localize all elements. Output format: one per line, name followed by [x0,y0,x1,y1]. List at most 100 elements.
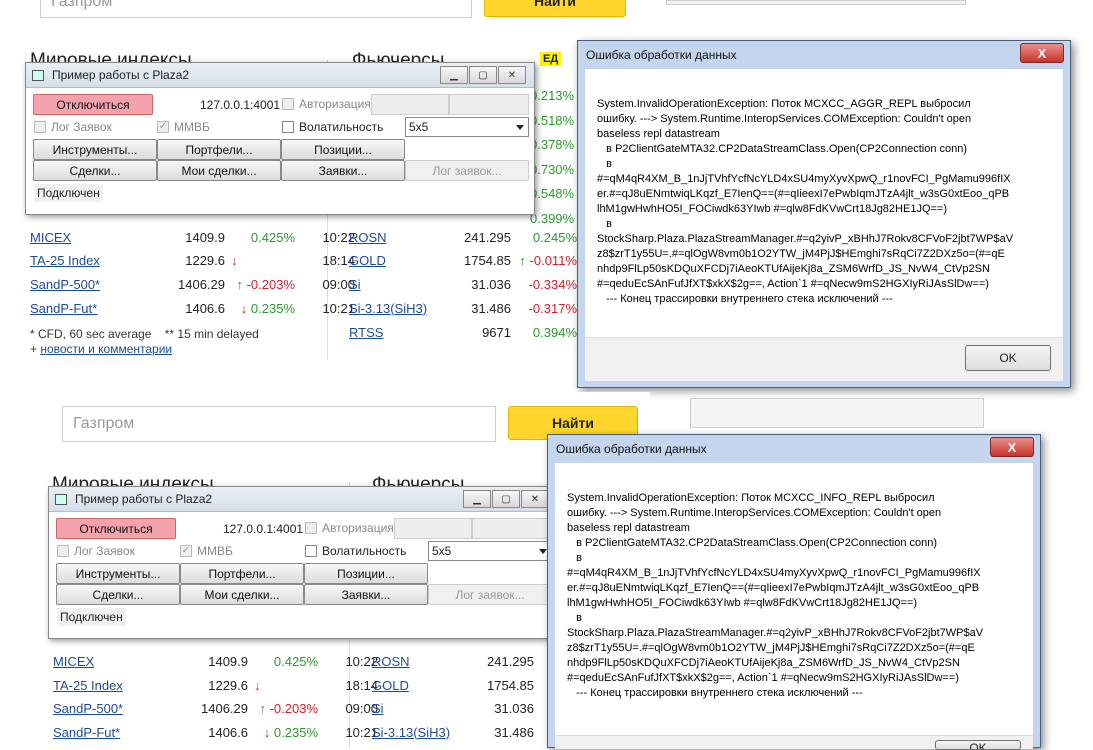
address-field[interactable]: 127.0.0.1:4001 [219,518,303,539]
order-log-button[interactable]: Лог заявок... [405,160,529,181]
my-trades-button[interactable]: Мои сделки... [157,160,281,181]
minimize-button[interactable]: ▁ [463,490,491,508]
instruments-button[interactable]: Инструменты... [56,563,180,584]
index-time: 09:00 [345,700,378,716]
index-value: 1409.9 [208,653,248,669]
error-message-area: System.InvalidOperationException: Поток … [585,69,1063,337]
table-row: SandP-Fut* 1406.6 ↓ 0.235% 10:21 [53,721,378,743]
table-row: Si-3.13(SiH3) 31.486 [372,721,534,743]
future-change: ↑ -0.011% [519,252,577,268]
news-line: + новости и комментарии [30,342,173,356]
order-log-checkbox[interactable]: Лог Заявок [57,544,135,558]
login-field[interactable] [371,94,449,115]
index-name-link[interactable]: TA-25 Index [30,253,145,268]
trades-button[interactable]: Сделки... [56,584,180,605]
index-value: 1409.9 [185,229,225,245]
plaza-window: Пример работы с Plaza2 ▁ ▢ ✕ Отключиться… [48,486,558,639]
partial-change: 0.548% [530,186,575,201]
future-name-link[interactable]: GOLD [349,253,449,268]
my-trades-button[interactable]: Мои сделки... [180,584,304,605]
index-name-link[interactable]: SandP-Fut* [53,725,168,740]
ed-badge[interactable]: ЕД [540,52,562,66]
index-name-link[interactable]: SandP-Fut* [30,301,145,316]
index-time: 10:21 [322,300,355,316]
future-name-link[interactable]: ROSN [372,654,472,669]
ok-button[interactable]: OK [935,740,1021,750]
future-name-link[interactable]: GOLD [372,678,472,693]
password-field[interactable] [472,518,552,539]
orders-button[interactable]: Заявки... [304,584,428,605]
auth-checkbox[interactable]: Авторизация [305,521,394,535]
micex-checkbox[interactable]: ✓ ММВБ [157,120,210,134]
future-value: 31.036 [494,700,534,716]
right-sidebar-box [666,0,966,5]
plaza-window: Пример работы с Plaza2 ▁ ▢ ✕ Отключиться… [25,62,535,215]
micex-checkbox[interactable]: ✓ ММВБ [180,544,233,558]
future-name-link[interactable]: Si [349,277,449,292]
order-log-checkbox[interactable]: Лог Заявок [34,120,112,134]
close-button[interactable]: ✕ [498,66,526,84]
maximize-button[interactable]: ▢ [492,490,520,508]
table-row: Si 31.036 [372,697,534,719]
index-value: 1229.6 [185,252,225,268]
index-name-link[interactable]: SandP-500* [53,701,168,716]
future-value: 1754.85 [487,677,534,693]
future-change: -0.334% [528,276,577,292]
auth-checkbox[interactable]: Авторизация [282,97,371,111]
future-value: 31.486 [471,300,511,316]
future-name-link[interactable]: Si-3.13(SiH3) [349,301,449,316]
grid-size-select[interactable]: 5x5 [428,541,552,561]
volatility-checkbox[interactable]: Волатильность [282,120,383,134]
table-row: SandP-500* 1406.29 ↑ -0.203% 09:00 [30,273,355,295]
close-button[interactable]: X [1020,43,1064,63]
address-field[interactable]: 127.0.0.1:4001 [196,94,280,115]
disconnect-button[interactable]: Отключиться [56,518,176,539]
index-name-link[interactable]: SandP-500* [30,277,145,292]
grid-size-select[interactable]: 5x5 [405,117,529,137]
plaza-titlebar[interactable]: Пример работы с Plaza2 ▁ ▢ ✕ [26,63,534,88]
dialog-footer: OK [585,337,1063,381]
portfolios-button[interactable]: Портфели... [180,563,304,584]
future-name-link[interactable]: RTSS [349,325,449,340]
news-link[interactable]: новости и комментарии [40,342,172,356]
error-message: System.InvalidOperationException: Поток … [597,98,1014,305]
positions-button[interactable]: Позиции... [281,139,405,160]
future-name-link[interactable]: ROSN [349,230,449,245]
future-value: 9671 [482,324,511,340]
trades-button[interactable]: Сделки... [33,160,157,181]
index-time: 10:21 [345,724,378,740]
instruments-button[interactable]: Инструменты... [33,139,157,160]
ok-button[interactable]: OK [965,345,1051,371]
partial-change: 0.730% [530,161,575,177]
search-input[interactable]: Газпром [62,406,496,442]
index-time: 10:22 [322,229,355,245]
maximize-button[interactable]: ▢ [469,66,497,84]
disconnect-button[interactable]: Отключиться [33,94,153,115]
partial-change: 0.213% [530,88,575,103]
index-name-link[interactable]: MICEX [30,230,145,245]
login-field[interactable] [394,518,472,539]
index-change: ↓ 0.235% [240,300,295,316]
orders-button[interactable]: Заявки... [281,160,405,181]
search-input[interactable]: Газпром [40,0,472,18]
index-name-link[interactable]: MICEX [53,654,168,669]
minimize-button[interactable]: ▁ [440,66,468,84]
volatility-checkbox[interactable]: Волатильность [305,544,406,558]
future-name-link[interactable]: Si [372,701,472,716]
error-dialog: Ошибка обработки данных X System.Invalid… [547,434,1041,750]
right-sidebar-box [690,398,984,428]
password-field[interactable] [449,94,529,115]
close-button[interactable]: X [990,437,1034,457]
partial-futures-changes: 0.213% 0.518% 0.378% 0.730% 0.548% 0.399… [530,84,578,231]
positions-button[interactable]: Позиции... [304,563,428,584]
table-row: SandP-500* 1406.29 ↑ -0.203% 09:00 [53,697,378,719]
index-name-link[interactable]: TA-25 Index [53,678,168,693]
order-log-button[interactable]: Лог заявок... [428,584,552,605]
future-name-link[interactable]: Si-3.13(SiH3) [372,725,472,740]
plaza-titlebar[interactable]: Пример работы с Plaza2 ▁ ▢ ✕ [49,487,557,512]
find-button[interactable]: Найти [484,0,626,17]
index-value: 1406.29 [201,700,248,716]
table-row: RTSS 9671 0.394% [349,321,577,343]
portfolios-button[interactable]: Портфели... [157,139,281,160]
close-button[interactable]: ✕ [521,490,549,508]
